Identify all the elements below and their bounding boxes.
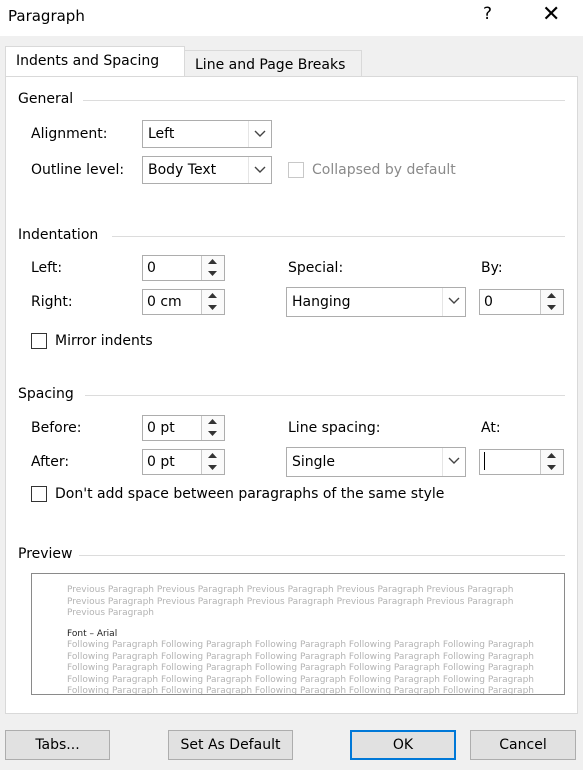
spin-down-icon[interactable]	[541, 302, 563, 314]
line-spacing-label: Line spacing:	[288, 420, 381, 436]
at-spinner[interactable]	[479, 449, 564, 475]
right-indent-label: Right:	[31, 294, 73, 310]
close-button[interactable]: ✕	[542, 2, 560, 27]
help-button[interactable]: ?	[483, 4, 492, 24]
mirror-indents-label: Mirror indents	[55, 333, 153, 349]
preview-heading: Preview	[18, 546, 73, 562]
tab-line-and-page-breaks[interactable]: Line and Page Breaks	[184, 50, 362, 78]
chevron-down-icon[interactable]	[442, 288, 465, 316]
by-value: 0	[484, 294, 493, 310]
spacing-after-spinner[interactable]: 0 pt	[142, 449, 225, 475]
chevron-down-icon[interactable]	[442, 448, 465, 476]
spin-down-icon[interactable]	[202, 428, 224, 440]
collapsed-by-default-checkbox[interactable]	[288, 162, 304, 178]
collapsed-by-default-label: Collapsed by default	[312, 162, 456, 178]
spacing-divider	[85, 395, 565, 396]
spacing-after-label: After:	[31, 454, 70, 470]
preview-divider	[79, 555, 565, 556]
spacing-after-value: 0 pt	[147, 454, 175, 470]
spacing-before-label: Before:	[31, 420, 82, 436]
special-label: Special:	[288, 260, 344, 276]
spin-down-icon[interactable]	[541, 462, 563, 474]
preview-previous-paragraph: Previous Paragraph Previous Paragraph Pr…	[67, 585, 514, 618]
dialog-title: Paragraph	[8, 7, 85, 25]
dont-add-space-label: Don't add space between paragraphs of th…	[55, 486, 445, 502]
mirror-indents-checkbox[interactable]	[31, 333, 47, 349]
general-divider	[83, 100, 565, 101]
special-value: Hanging	[292, 294, 351, 310]
text-caret	[484, 452, 485, 470]
spacing-before-value: 0 pt	[147, 420, 175, 436]
indentation-heading: Indentation	[18, 227, 99, 243]
general-heading: General	[18, 91, 74, 107]
tabs-button[interactable]: Tabs...	[5, 730, 110, 760]
spinner-buttons	[540, 450, 563, 474]
spacing-heading: Spacing	[18, 386, 74, 402]
tab-label: Indents and Spacing	[16, 53, 160, 69]
set-as-default-button[interactable]: Set As Default	[168, 730, 293, 760]
dont-add-space-checkbox[interactable]	[31, 486, 47, 502]
line-spacing-dropdown[interactable]: Single	[286, 447, 466, 477]
left-indent-value: 0	[147, 260, 156, 276]
right-indent-spinner[interactable]: 0 cm	[142, 289, 225, 315]
chevron-down-icon[interactable]	[248, 121, 271, 147]
special-dropdown[interactable]: Hanging	[286, 287, 466, 317]
left-indent-spinner[interactable]: 0	[142, 255, 225, 281]
spinner-buttons	[540, 290, 563, 314]
by-spinner[interactable]: 0	[479, 289, 564, 315]
spin-down-icon[interactable]	[202, 268, 224, 280]
left-indent-label: Left:	[31, 260, 63, 276]
outline-level-dropdown[interactable]: Body Text	[142, 156, 272, 184]
spacing-before-spinner[interactable]: 0 pt	[142, 415, 225, 441]
chevron-down-icon[interactable]	[248, 157, 271, 183]
ok-button[interactable]: OK	[350, 730, 456, 760]
alignment-label: Alignment:	[31, 126, 108, 142]
spinner-buttons	[201, 416, 224, 440]
outline-level-value: Body Text	[148, 162, 217, 178]
spinner-buttons	[201, 290, 224, 314]
outline-level-label: Outline level:	[31, 162, 125, 178]
spinner-buttons	[201, 256, 224, 280]
preview-box: Previous Paragraph Previous Paragraph Pr…	[31, 573, 565, 695]
spin-down-icon[interactable]	[202, 462, 224, 474]
alignment-dropdown[interactable]: Left	[142, 120, 272, 148]
at-label: At:	[481, 420, 501, 436]
alignment-value: Left	[148, 126, 175, 142]
by-label: By:	[481, 260, 503, 276]
tab-label: Line and Page Breaks	[195, 57, 346, 73]
cancel-button[interactable]: Cancel	[470, 730, 576, 760]
right-indent-value: 0 cm	[147, 294, 182, 310]
spinner-buttons	[201, 450, 224, 474]
preview-font-text: Font – Arial	[67, 629, 118, 639]
preview-following-paragraph: Following Paragraph Following Paragraph …	[67, 640, 534, 695]
title-bar	[0, 0, 583, 36]
tab-indents-and-spacing[interactable]: Indents and Spacing	[5, 46, 185, 79]
line-spacing-value: Single	[292, 454, 336, 470]
spin-down-icon[interactable]	[202, 302, 224, 314]
indentation-divider	[112, 236, 565, 237]
